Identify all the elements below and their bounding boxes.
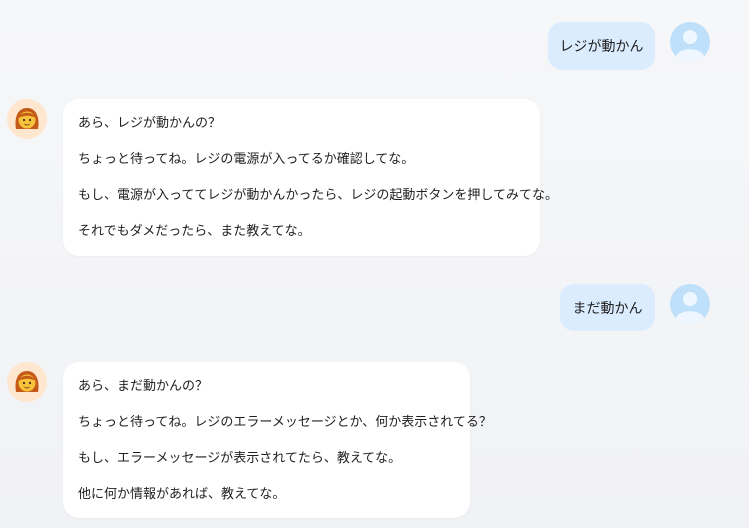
assistant-message-line[interactable]: あら、レジが動かんの？ [78,116,525,132]
user-message-bubble: レジが動かん [548,22,655,70]
assistant-message-line[interactable]: ちょっと待ってね。レジのエラーメッセージとか、何か表示されてる？ [78,415,492,431]
assistant-message-bubble: あら、レジが動かんの？ ちょっと待ってね。レジの電源が入ってるか確認してな。 も… [63,99,558,256]
assistant-message-line[interactable]: ちょっと待ってね。レジの電源が入ってるか確認してな。 [78,152,525,168]
assistant-message-line[interactable]: もし、エラーメッセージが表示されてたら、教えてな。 [78,451,455,467]
user-avatar-icon [670,284,710,324]
assistant-avatar-icon [7,362,47,402]
user-message-text[interactable]: レジが動かん [560,36,644,56]
assistant-message-line[interactable]: 他に何か情報があれば、教えてな。 [78,487,455,503]
assistant-message-line[interactable]: もし、電源が入っててレジが動かんかったら、レジの起動ボタンを押してみてな。 [78,188,558,204]
user-message-text[interactable]: まだ動かん [573,298,643,318]
assistant-message-bubble: あら、まだ動かんの？ ちょっと待ってね。レジのエラーメッセージとか、何か表示され… [63,362,492,518]
user-avatar-icon [670,22,710,62]
assistant-message-line[interactable]: それでもダメだったら、また教えてな。 [78,224,525,240]
chat-thread: レジが動かん あら、レジが動かんの？ ちょっと待ってね。レジの電源が入ってるか確… [0,0,749,528]
user-message-bubble: まだ動かん [560,284,655,331]
assistant-message-line[interactable]: あら、まだ動かんの？ [78,379,455,395]
assistant-avatar-icon [7,99,47,139]
